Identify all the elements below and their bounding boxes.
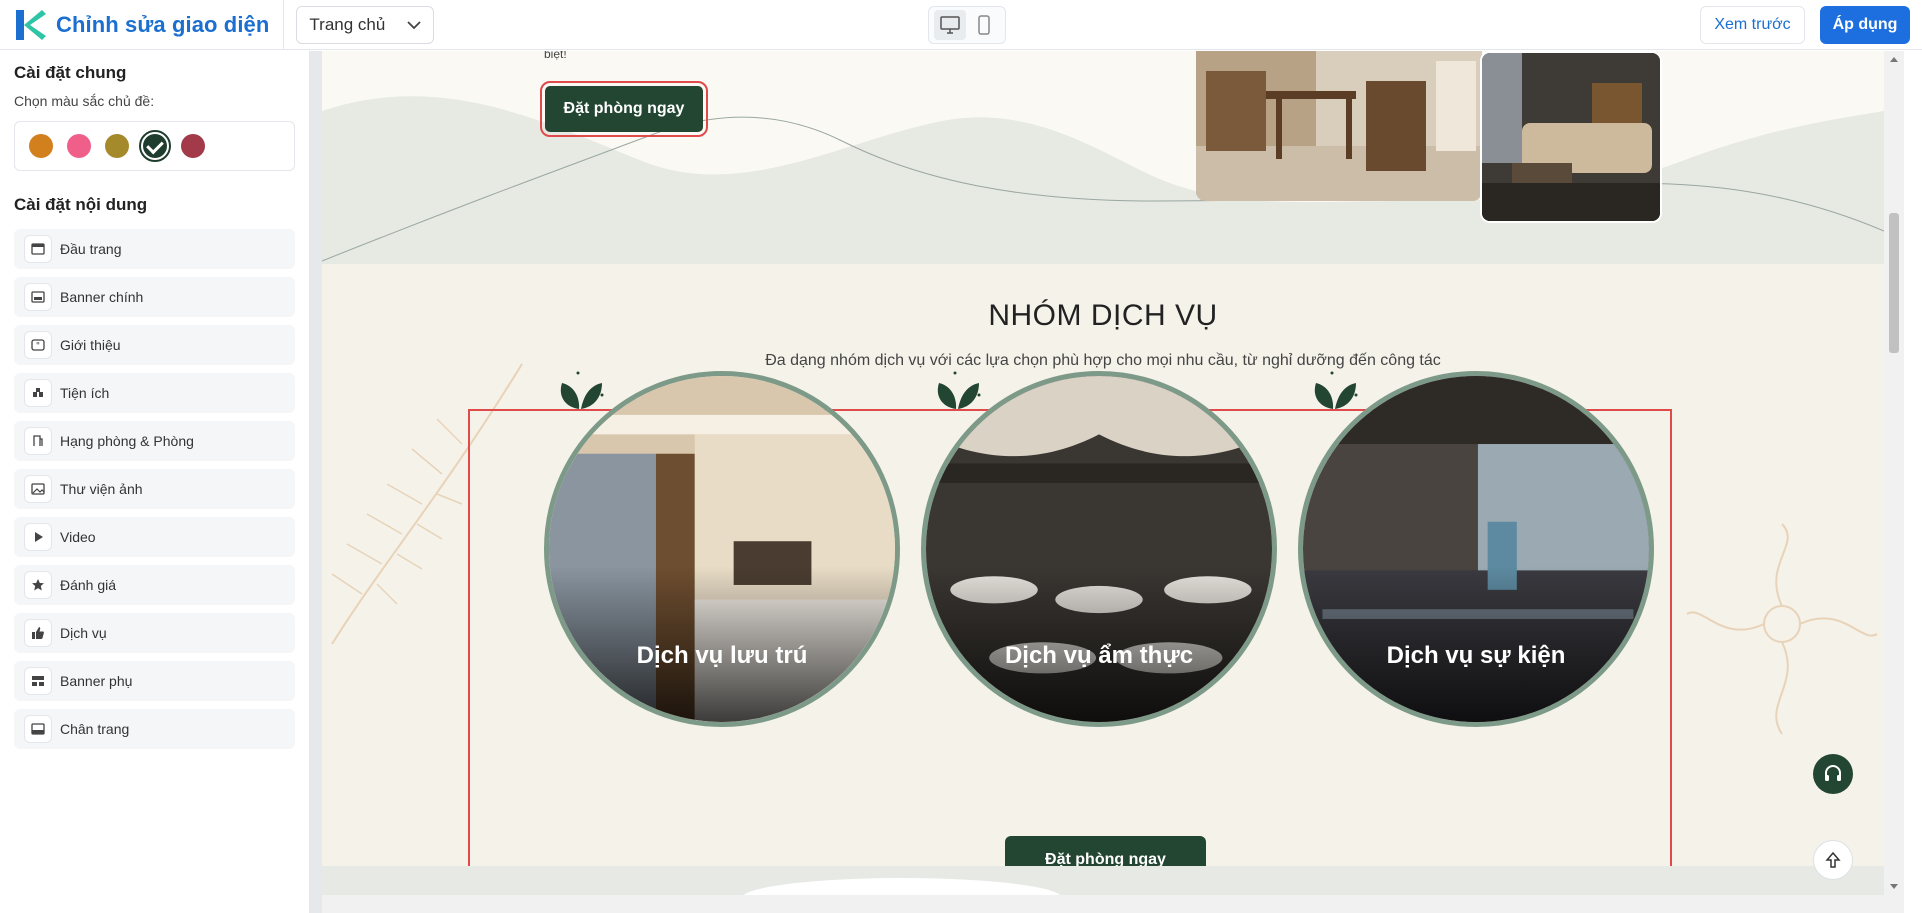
hero-note: biệt! [544, 51, 567, 61]
header-icon [24, 235, 52, 263]
banner-icon [24, 283, 52, 311]
sidebar-item-main-banner[interactable]: Banner chính [14, 277, 295, 317]
hero-photo-room [1196, 51, 1482, 201]
sidebar-item-label: Banner chính [60, 289, 144, 305]
sidebar: Cài đặt chung Chọn màu sắc chủ đề: Cài đ… [0, 51, 310, 913]
scroll-to-top-button[interactable] [1813, 840, 1853, 880]
app-logo-icon [16, 9, 46, 40]
quote-icon: " [24, 331, 52, 359]
device-toggle [928, 6, 1006, 44]
sidebar-item-label: Video [60, 529, 96, 545]
sidebar-item-label: Giới thiệu [60, 337, 121, 353]
color-swatch-orange[interactable] [29, 134, 53, 158]
sidebar-item-header[interactable]: Đầu trang [14, 229, 295, 269]
theme-color-label: Chọn màu sắc chủ đề: [14, 93, 155, 109]
service-card-events[interactable]: Dịch vụ sự kiện [1298, 371, 1654, 727]
scrollbar-thumb[interactable] [1889, 213, 1899, 353]
sidebar-item-footer[interactable]: Chân trang [14, 709, 295, 749]
support-button[interactable] [1813, 754, 1853, 794]
color-swatch-burgundy[interactable] [181, 134, 205, 158]
sidebar-item-gallery[interactable]: Thư viện ảnh [14, 469, 295, 509]
general-settings-title: Cài đặt chung [14, 63, 127, 82]
lounge-interior-illustration [1482, 53, 1660, 221]
desktop-view-button[interactable] [934, 10, 966, 40]
sidebar-item-video[interactable]: Video [14, 517, 295, 557]
sidebar-item-amenities[interactable]: Tiện ích [14, 373, 295, 413]
sidebar-item-label: Thư viện ảnh [60, 481, 143, 497]
content-section-list: Đầu trang Banner chính " Giới thiệu Tiện… [14, 229, 295, 749]
services-subtitle: Đa dạng nhóm dịch vụ với các lựa chọn ph… [765, 352, 1441, 369]
footer-icon [24, 715, 52, 743]
floral-decoration [1686, 523, 1878, 735]
service-card-label: Dịch vụ ẩm thực [1004, 642, 1194, 669]
svg-text:": " [36, 342, 40, 352]
sidebar-item-sub-banner[interactable]: Banner phụ [14, 661, 295, 701]
sidebar-item-label: Chân trang [60, 721, 130, 737]
brand: Chỉnh sửa giao diện [12, 0, 285, 50]
room-icon [24, 427, 52, 455]
leaf-icon [937, 371, 981, 409]
sidebar-item-services[interactable]: Dịch vụ [14, 613, 295, 653]
room-interior-illustration [1196, 51, 1482, 201]
preview-canvas: biệt! Đặt phòng ngay NHÓM DỊCH VỤ Đa dạn… [322, 51, 1884, 895]
headset-icon [1825, 765, 1841, 781]
sidebar-item-label: Banner phụ [60, 673, 133, 689]
sidebar-item-intro[interactable]: " Giới thiệu [14, 325, 295, 365]
thumbs-up-icon [24, 619, 52, 647]
sidebar-item-label: Tiện ích [60, 385, 110, 401]
sub-banner-icon [24, 667, 52, 695]
panel-divider [310, 51, 322, 913]
hero-book-button[interactable]: Đặt phòng ngay [540, 81, 708, 137]
scroll-down-arrow-icon[interactable] [1890, 884, 1898, 889]
desktop-icon [940, 16, 960, 34]
service-card-dining[interactable]: Dịch vụ ẩm thực [921, 371, 1277, 727]
vertical-scrollbar[interactable] [1884, 51, 1904, 895]
amenities-icon [24, 379, 52, 407]
color-swatch-olive[interactable] [105, 134, 129, 158]
service-card-label: Dịch vụ lưu trú [636, 642, 808, 669]
leaf-icon [1314, 371, 1358, 409]
sidebar-item-reviews[interactable]: Đánh giá [14, 565, 295, 605]
content-settings-title: Cài đặt nội dung [14, 195, 148, 214]
sidebar-item-label: Dịch vụ [60, 625, 107, 641]
services-title: NHÓM DỊCH VỤ [988, 299, 1218, 332]
color-swatches [14, 121, 295, 171]
play-icon [24, 523, 52, 551]
scroll-up-arrow-icon[interactable] [1890, 57, 1898, 62]
sidebar-item-label: Đầu trang [60, 241, 122, 257]
next-section-preview [322, 866, 1884, 895]
star-icon [24, 571, 52, 599]
apply-button[interactable]: Áp dụng [1820, 6, 1910, 44]
hero-section: biệt! Đặt phòng ngay [322, 51, 1884, 264]
sidebar-item-rooms[interactable]: Hạng phòng & Phòng [14, 421, 295, 461]
service-card-accommodation[interactable]: Dịch vụ lưu trú [544, 371, 900, 727]
hero-photo-lounge [1480, 51, 1662, 223]
color-swatch-green[interactable] [139, 130, 171, 162]
mobile-icon [978, 15, 990, 35]
app-title: Chỉnh sửa giao diện [56, 11, 270, 37]
sidebar-item-label: Hạng phòng & Phòng [60, 433, 194, 449]
page-select-value: Trang chủ [309, 14, 386, 34]
arrow-up-icon [1825, 851, 1841, 868]
services-section: NHÓM DỊCH VỤ Đa dạng nhóm dịch vụ với cá… [322, 264, 1884, 895]
preview-button[interactable]: Xem trước [1700, 6, 1805, 44]
page-select[interactable]: Trang chủ [296, 5, 435, 44]
horizontal-scrollbar [322, 895, 1904, 913]
image-icon [24, 475, 52, 503]
service-card-label: Dịch vụ sự kiện [1386, 642, 1566, 669]
mobile-view-button[interactable] [968, 10, 1000, 40]
leaf-icon [560, 371, 604, 409]
chevron-down-icon [407, 20, 422, 29]
color-swatch-pink[interactable] [67, 134, 91, 158]
sidebar-item-label: Đánh giá [60, 577, 117, 593]
